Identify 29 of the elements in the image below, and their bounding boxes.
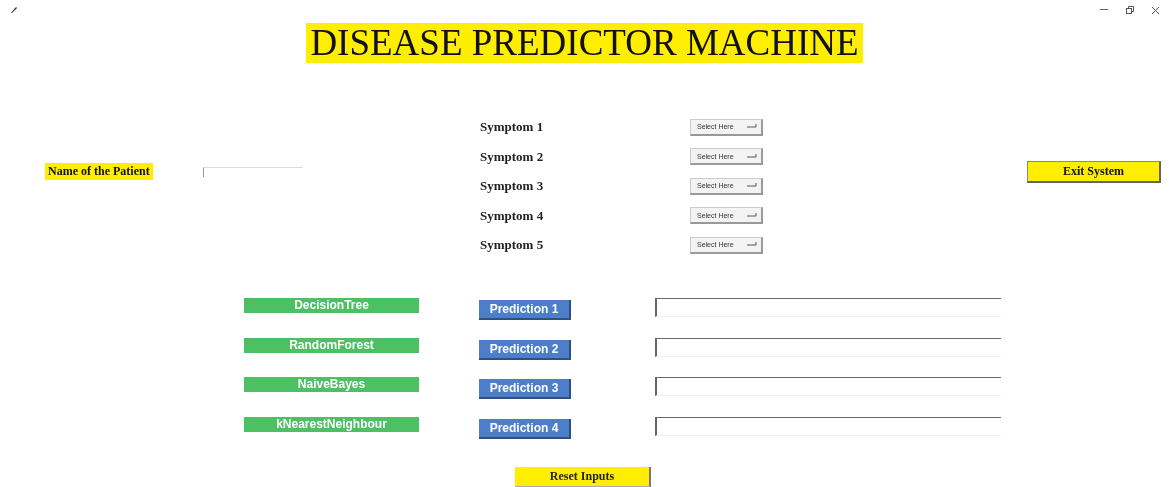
- dropdown-indicator-icon: [747, 212, 757, 218]
- algorithm-label: kNearestNeighbour: [244, 416, 419, 432]
- prediction-button[interactable]: Prediction 4: [479, 418, 571, 439]
- symptom-label: Symptom 3: [480, 178, 545, 195]
- dropdown-indicator-icon: [747, 183, 757, 189]
- result-field[interactable]: [655, 337, 1001, 357]
- restore-icon[interactable]: [1126, 6, 1134, 15]
- result-field[interactable]: [655, 377, 1001, 396]
- symptom-label: Symptom 4: [480, 207, 545, 224]
- dropdown-indicator-icon: [747, 242, 757, 248]
- close-icon[interactable]: [1152, 6, 1159, 14]
- exit-button[interactable]: Exit System: [1027, 160, 1161, 183]
- algorithm-label: DecisionTree: [244, 298, 419, 313]
- symptom-label: Symptom 5: [480, 237, 545, 254]
- dropdown-indicator-icon: [747, 124, 757, 130]
- prediction-button[interactable]: Prediction 3: [479, 379, 571, 399]
- symptom-label: Symptom 1: [480, 119, 545, 136]
- app-title: DISEASE PREDICTOR MACHINE: [306, 22, 863, 63]
- result-field[interactable]: [655, 416, 1001, 436]
- dropdown-indicator-icon: [747, 153, 757, 159]
- prediction-button[interactable]: Prediction 1: [479, 300, 571, 320]
- symptom-label: Symptom 2: [480, 148, 545, 165]
- reset-button[interactable]: Reset Inputs: [515, 467, 651, 487]
- result-field[interactable]: [655, 298, 1001, 317]
- prediction-button[interactable]: Prediction 2: [479, 339, 571, 360]
- minimize-icon[interactable]: [1100, 9, 1108, 12]
- algorithm-label: NaiveBayes: [244, 377, 419, 392]
- patient-name-label: Name of the Patient: [45, 163, 153, 180]
- algorithm-label: RandomForest: [244, 337, 419, 353]
